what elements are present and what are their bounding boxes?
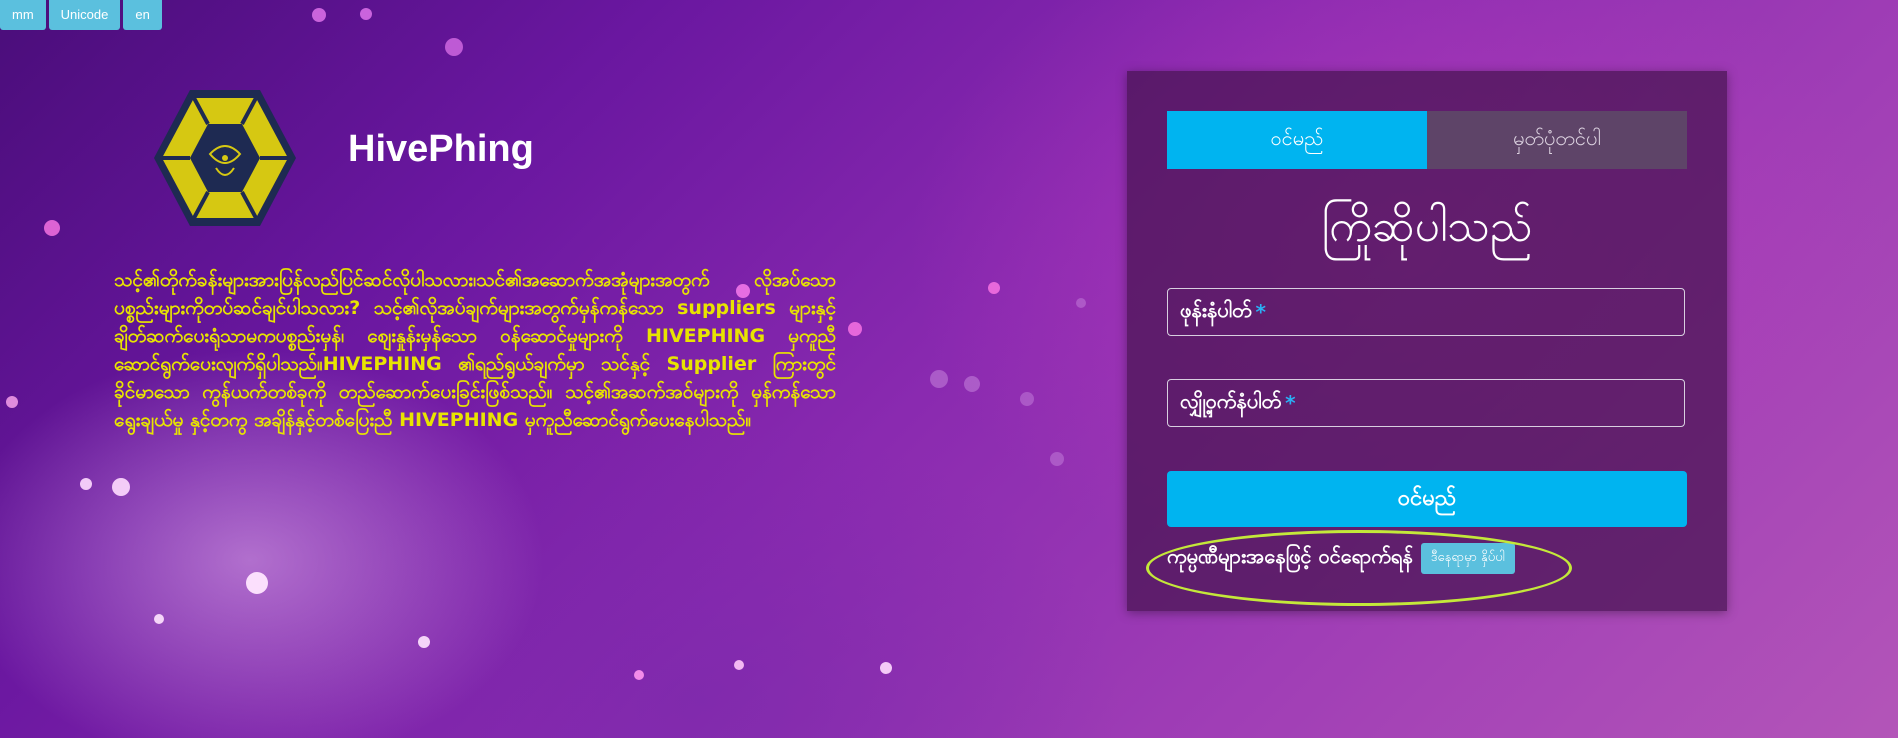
language-selector: mm Unicode en xyxy=(0,0,162,30)
bokeh-dot xyxy=(880,662,892,674)
bokeh-dot xyxy=(634,670,644,680)
bokeh-dot xyxy=(418,636,430,648)
bokeh-dot xyxy=(964,376,980,392)
bokeh-dot xyxy=(734,660,744,670)
bokeh-dot xyxy=(246,572,268,594)
bokeh-dot xyxy=(445,38,463,56)
bokeh-dot xyxy=(1076,298,1086,308)
lang-unicode-button[interactable]: Unicode xyxy=(48,0,121,30)
phone-label: ဖုန်းနံပါတ် xyxy=(1180,298,1252,322)
bokeh-dot xyxy=(312,8,326,22)
login-panel: ဝင်မည် မှတ်ပုံတင်ပါ ကြိုဆိုပါသည် ဖုန်းနံ… xyxy=(1127,71,1727,611)
bokeh-dot xyxy=(6,396,18,408)
bokeh-dot xyxy=(80,478,92,490)
company-login-text: ကုမ္ပဏီများအနေဖြင့် ဝင်ရောက်ရန် xyxy=(1167,544,1413,568)
login-button[interactable]: ဝင်မည် xyxy=(1167,471,1687,527)
lang-mm-button[interactable]: mm xyxy=(0,0,46,30)
brand-name: HivePhing xyxy=(348,128,534,170)
tab-register[interactable]: မှတ်ပုံတင်ပါ xyxy=(1427,111,1687,169)
phone-field[interactable]: ဖုန်းနံပါတ် * xyxy=(1167,288,1685,336)
tab-login[interactable]: ဝင်မည် xyxy=(1167,111,1427,169)
company-login-row: ကုမ္ပဏီများအနေဖြင့် ဝင်ရောက်ရန် ဒီနေရာမှ… xyxy=(1167,539,1515,577)
about-text: သင့်၏တိုက်ခန်းများအားပြန်လည်ပြင်ဆင်လိုပါ… xyxy=(114,269,836,431)
bokeh-dot xyxy=(930,370,948,388)
bokeh-dot xyxy=(112,478,130,496)
bokeh-dot xyxy=(360,8,372,20)
password-label: လျှို့ဝှက်နံပါတ် xyxy=(1180,389,1282,413)
password-field[interactable]: လျှို့ဝှက်နံပါတ် * xyxy=(1167,379,1685,427)
lang-en-button[interactable]: en xyxy=(123,0,162,30)
welcome-heading: ကြိုဆိုပါသည် xyxy=(1321,201,1533,252)
hivephing-logo xyxy=(150,88,300,228)
bokeh-dot xyxy=(1020,392,1034,406)
bokeh-dot xyxy=(154,614,164,624)
auth-tabs: ဝင်မည် မှတ်ပုံတင်ပါ xyxy=(1167,111,1687,169)
bokeh-dot xyxy=(848,322,862,336)
required-mark: * xyxy=(1285,391,1296,415)
bokeh-dot xyxy=(1050,452,1064,466)
bokeh-dot xyxy=(988,282,1000,294)
required-mark: * xyxy=(1255,300,1267,324)
bokeh-dot xyxy=(44,220,60,236)
company-login-button[interactable]: ဒီနေရာမှာ နှိပ်ပါ xyxy=(1420,542,1515,574)
